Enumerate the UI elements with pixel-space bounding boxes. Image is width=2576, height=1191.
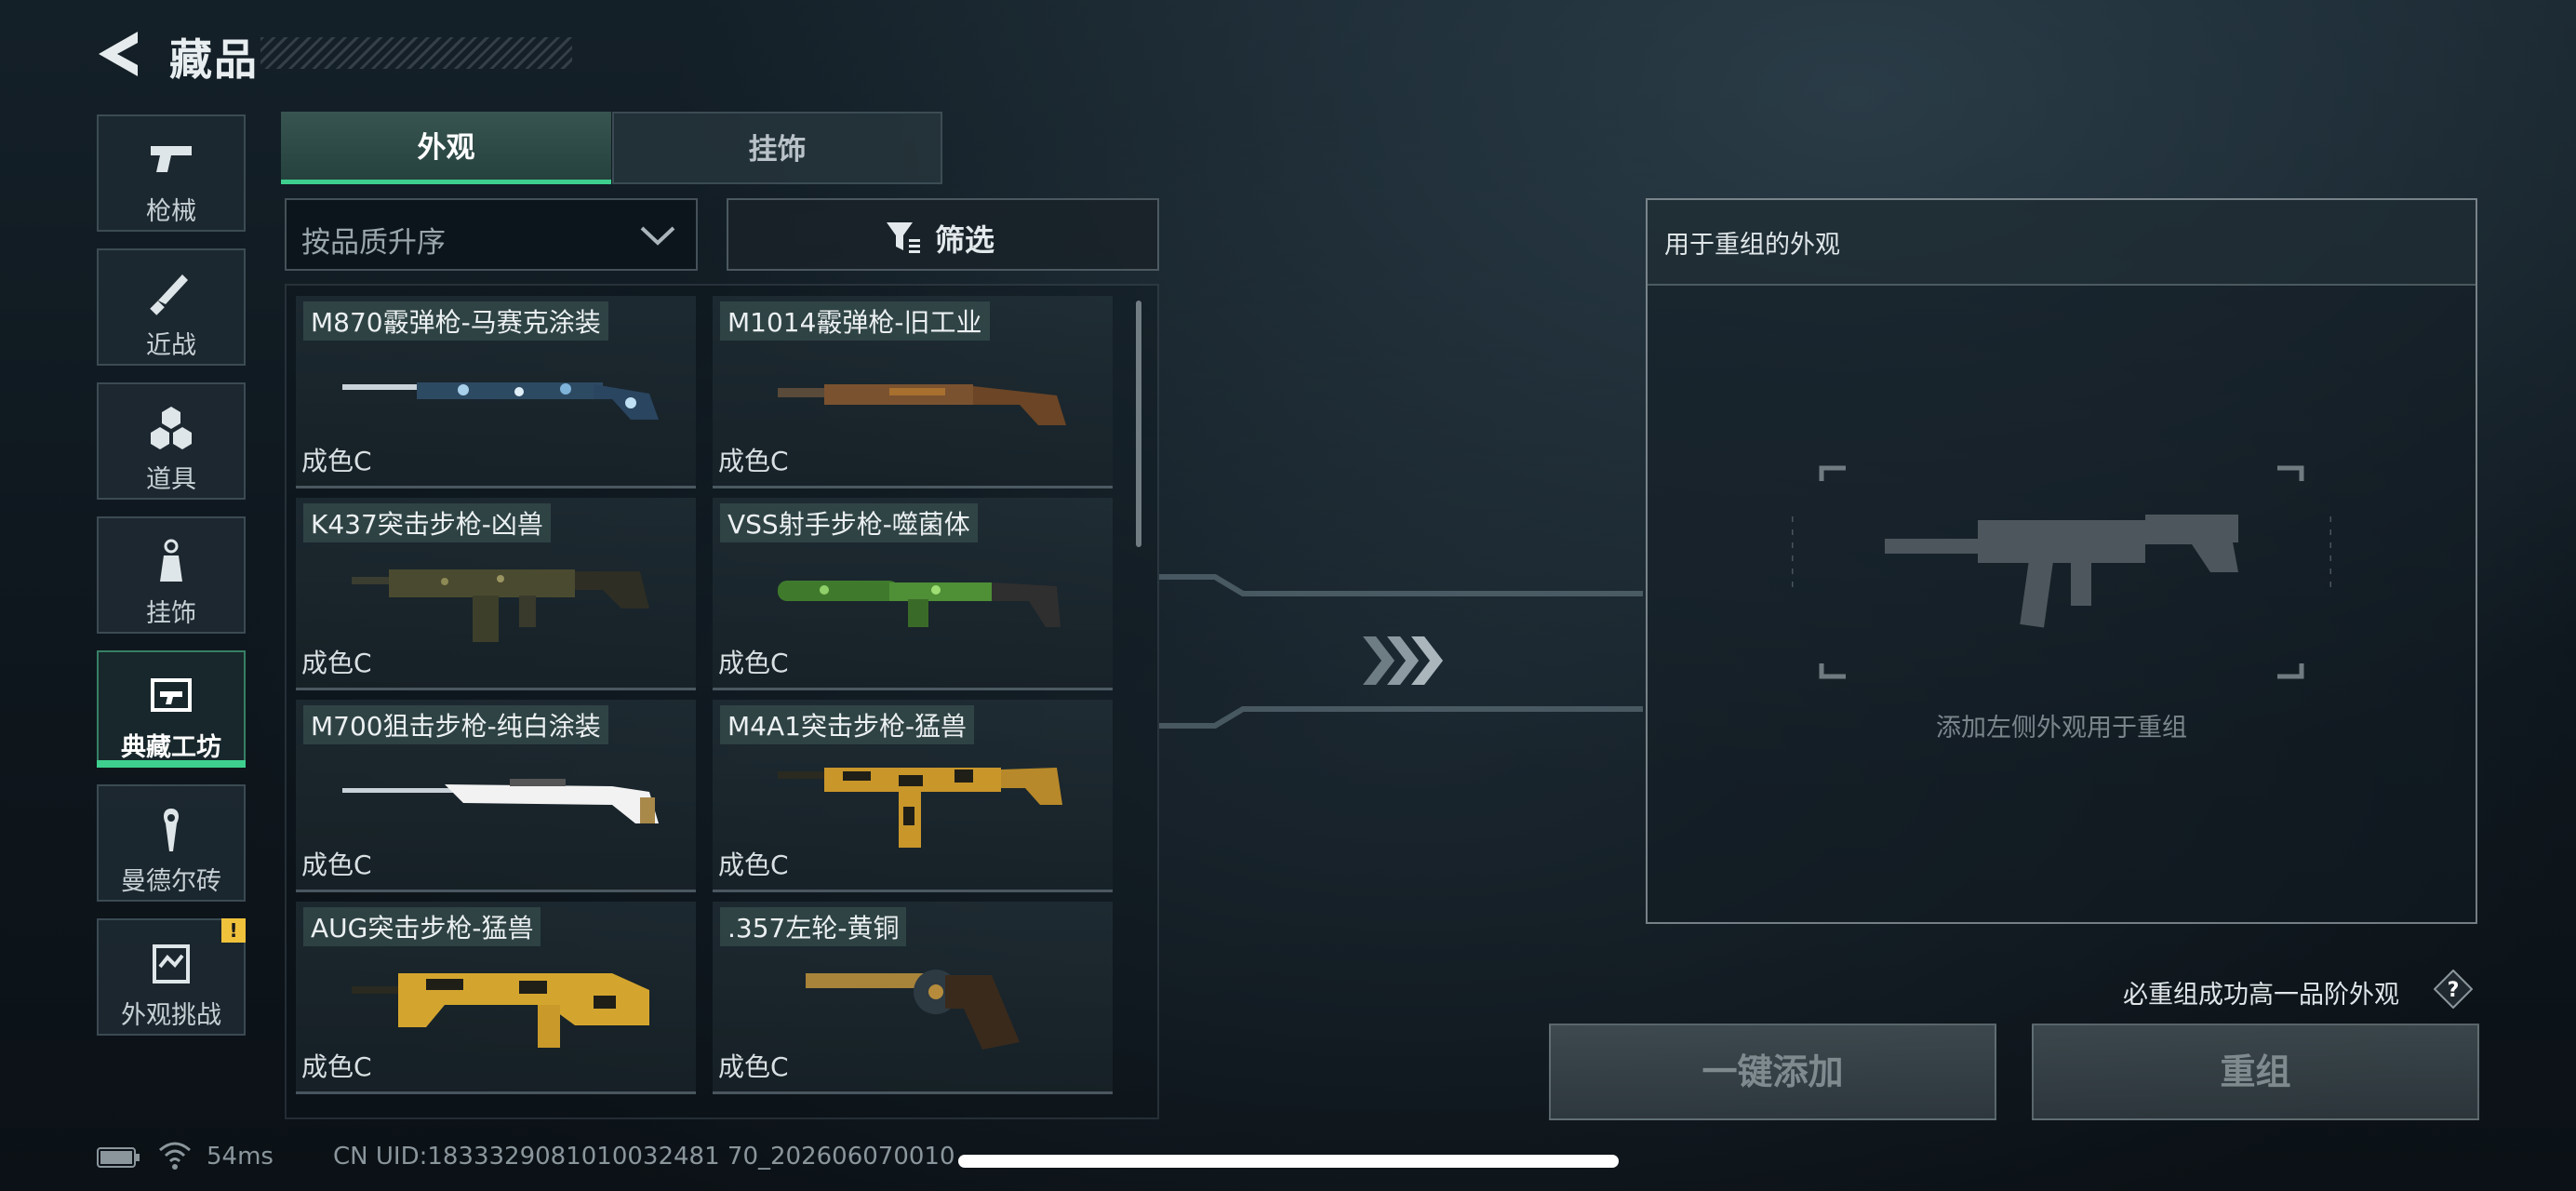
nav-label-mandel-brick: 曼德尔砖 (121, 867, 221, 896)
item-grade: 成色C (718, 648, 789, 678)
shotgun-icon (342, 382, 659, 420)
guarantee-note: 必重组成功高一品阶外观 (2123, 981, 2399, 1010)
ping-readout: 54ms (207, 1143, 274, 1171)
challenge-icon (153, 944, 190, 984)
item-card[interactable]: K437突击步枪-凶兽 成色C (296, 498, 696, 690)
item-card[interactable]: .357左轮-黄铜 成色C (713, 902, 1113, 1094)
item-name: .357左轮-黄铜 (720, 907, 907, 946)
nav-label-melee: 近战 (146, 331, 196, 360)
item-card[interactable]: AUG突击步枪-猛兽 成色C (296, 902, 696, 1094)
filter-label: 筛选 (935, 222, 995, 258)
nav-label-pendants: 挂饰 (146, 599, 196, 628)
item-name: VSS射手步枪-噬菌体 (720, 503, 978, 542)
nav-label-workshop: 典藏工坊 (121, 733, 221, 762)
nav-item-guns[interactable]: 枪械 (97, 114, 246, 232)
home-indicator[interactable] (958, 1155, 1619, 1168)
nav-item-melee[interactable]: 近战 (97, 248, 246, 366)
alert-badge: ! (221, 918, 246, 943)
page-title: 藏品 (169, 34, 259, 85)
recompose-button[interactable]: 重组 (2032, 1024, 2479, 1120)
triple-chevron-right-icon (1363, 636, 1443, 685)
nav-item-challenge[interactable]: 外观挑战 ! (97, 918, 246, 1036)
assault-rifle-icon (778, 768, 1062, 848)
item-name: AUG突击步枪-猛兽 (303, 907, 541, 946)
marksman-rifle-icon (778, 581, 1061, 627)
tab-appearance[interactable]: 外观 (281, 112, 611, 184)
sort-dropdown-value: 按品质升序 (301, 226, 446, 260)
revolver-icon (806, 970, 1020, 1050)
filter-icon (887, 222, 920, 253)
nav-item-items[interactable]: 道具 (97, 382, 246, 500)
bullpup-rifle-icon (352, 973, 649, 1048)
assault-rifle-icon (352, 569, 649, 642)
chevron-down-icon (640, 226, 675, 246)
title-decoration (260, 37, 572, 69)
item-name: K437突击步枪-凶兽 (303, 503, 551, 542)
item-name: M870霰弹枪-马赛克涂装 (303, 301, 608, 341)
help-icon[interactable]: ? (2434, 970, 2473, 1009)
uid-text: CN UID:1833329081010032481 70_2026060700… (333, 1143, 955, 1171)
item-grade: 成色C (718, 1051, 789, 1082)
battery-icon (97, 1147, 140, 1168)
grid-scrollbar[interactable] (1136, 301, 1141, 547)
item-grade: 成色C (301, 648, 372, 678)
nav-label-challenge: 外观挑战 (121, 1001, 221, 1030)
recompose-panel-title: 用于重组的外观 (1664, 231, 1840, 260)
item-grade: 成色C (301, 446, 372, 476)
nav-label-items: 道具 (146, 465, 196, 494)
empty-slot-placeholder[interactable] (1792, 461, 2331, 684)
nav-item-workshop[interactable]: 典藏工坊 (97, 650, 246, 768)
nav-item-mandel-brick[interactable]: 曼德尔砖 (97, 784, 246, 902)
mandel-brick-icon (164, 809, 179, 851)
item-card[interactable]: M1014霰弹枪-旧工业 成色C (713, 296, 1113, 488)
item-grade: 成色C (718, 446, 789, 476)
recompose-panel: 用于重组的外观 添加左侧外观用于重组 (1646, 198, 2477, 924)
item-card[interactable]: M870霰弹枪-马赛克涂装 成色C (296, 296, 696, 488)
tab-pendants[interactable]: 挂饰 (612, 112, 942, 184)
nav-label-guns: 枪械 (146, 197, 196, 226)
pistol-icon (151, 146, 192, 172)
item-grade: 成色C (718, 850, 789, 880)
item-name: M700狙击步枪-纯白涂装 (303, 705, 608, 744)
add-all-button[interactable]: 一键添加 (1549, 1024, 1996, 1120)
item-grade: 成色C (301, 1051, 372, 1082)
filter-button[interactable]: 筛选 (727, 198, 1159, 271)
wifi-icon (159, 1142, 191, 1170)
item-card[interactable]: VSS射手步枪-噬菌体 成色C (713, 498, 1113, 690)
sort-dropdown[interactable]: 按品质升序 (285, 198, 698, 271)
item-name: M1014霰弹枪-旧工业 (720, 301, 990, 341)
placeholder-hint: 添加左侧外观用于重组 (1936, 714, 2187, 743)
shotgun-icon (778, 384, 1066, 425)
knife-icon (150, 274, 188, 315)
workshop-icon (151, 678, 192, 712)
nav-item-pendants[interactable]: 挂饰 (97, 516, 246, 634)
item-grade: 成色C (301, 850, 372, 880)
help-icon-label: ? (2448, 979, 2460, 1002)
item-name: M4A1突击步枪-猛兽 (720, 705, 975, 744)
grenade-icon (151, 407, 192, 449)
item-card[interactable]: M700狙击步枪-纯白涂装 成色C (296, 700, 696, 892)
keychain-icon (160, 539, 182, 582)
sniper-rifle-icon (342, 779, 659, 823)
back-arrow-icon[interactable] (93, 28, 141, 80)
item-card[interactable]: M4A1突击步枪-猛兽 成色C (713, 700, 1113, 892)
